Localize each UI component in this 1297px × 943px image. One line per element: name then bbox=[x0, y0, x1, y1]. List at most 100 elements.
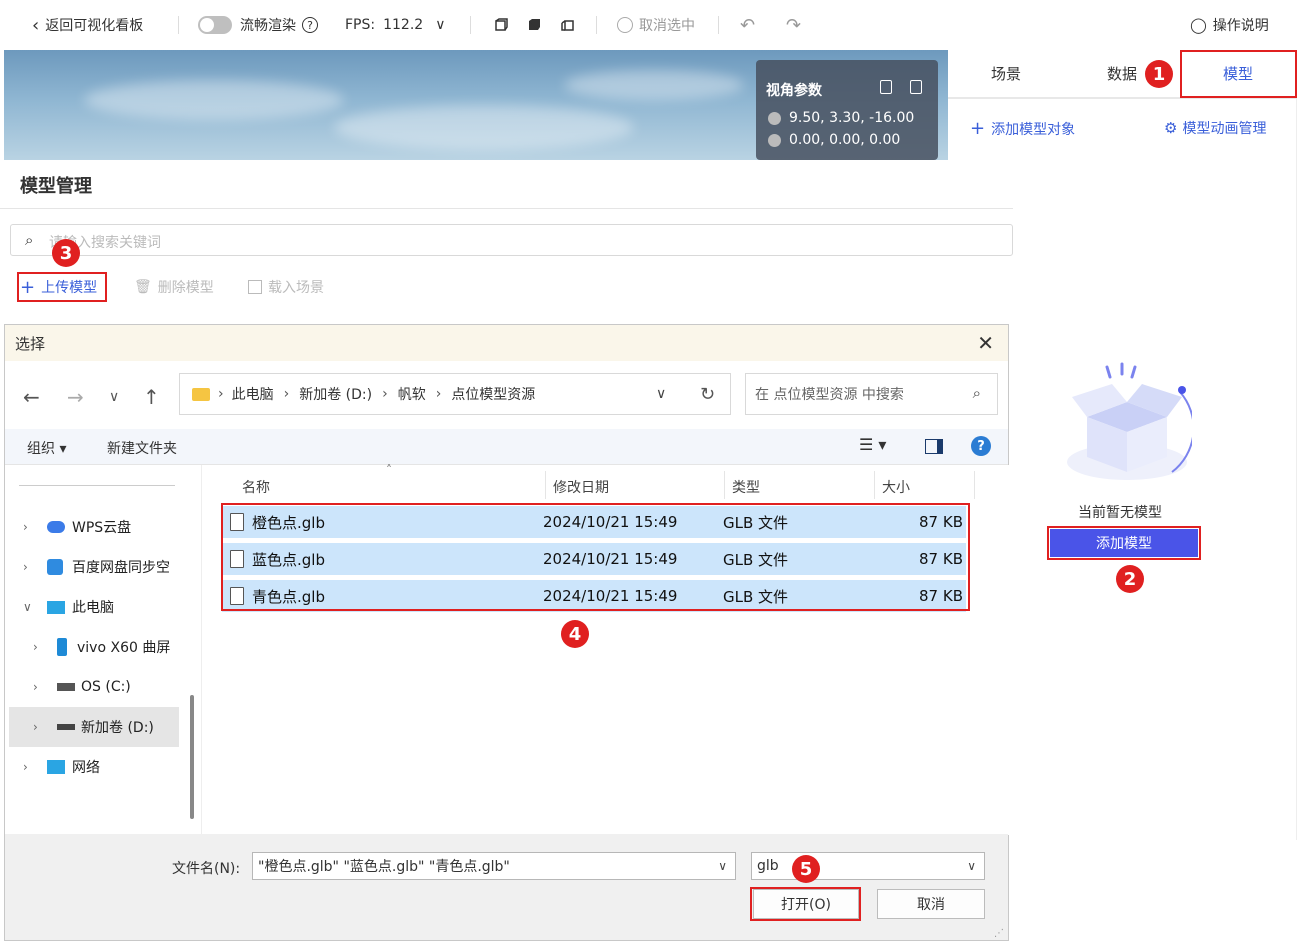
deselect-label: 取消选中 bbox=[639, 18, 695, 34]
back-label: 返回可视化看板 bbox=[45, 18, 144, 34]
dialog-title: 选择 bbox=[15, 334, 46, 353]
computer-icon bbox=[47, 600, 65, 614]
chevron-down-icon[interactable]: ∨ bbox=[656, 386, 666, 402]
load-scene-label: 载入场景 bbox=[268, 280, 324, 296]
search-icon: ⌕ bbox=[25, 231, 34, 249]
model-animation-link[interactable]: ⚙ 模型动画管理 bbox=[1164, 118, 1266, 138]
sort-up-icon: ˄ bbox=[386, 463, 392, 477]
back-button[interactable]: ‹ 返回可视化看板 bbox=[32, 0, 143, 50]
cube-side-icon[interactable] bbox=[561, 0, 575, 50]
dialog-toolbar: 组织 ▾ 新建文件夹 ☰ ▾ ? bbox=[5, 429, 1008, 465]
tree-label: OS (C:) bbox=[81, 679, 131, 695]
dialog-search-input[interactable]: 在 点位模型资源 中搜索 ⌕ bbox=[745, 373, 998, 415]
tree-label: 此电脑 bbox=[72, 600, 114, 616]
search-input[interactable]: ⌕ 请输入搜索关键词 bbox=[10, 224, 1013, 256]
filename-label: 文件名(N): bbox=[172, 861, 241, 877]
tree-item-d-drive[interactable]: › 新加卷 (D:) bbox=[33, 707, 154, 747]
cancel-button[interactable]: 取消 bbox=[877, 889, 985, 919]
filename-input[interactable]: "橙色点.glb" "蓝色点.glb" "青色点.glb" ∨ bbox=[252, 852, 736, 880]
paste-icon[interactable] bbox=[910, 80, 922, 94]
path-segment[interactable]: 新加卷 (D:) bbox=[299, 384, 372, 404]
baidu-icon bbox=[47, 559, 63, 575]
delete-model-label: 删除模型 bbox=[157, 280, 214, 296]
column-size[interactable]: 大小 bbox=[882, 477, 910, 497]
tree-item-baidu[interactable]: › 百度网盘同步空 bbox=[23, 547, 170, 587]
file-type-value: glb bbox=[757, 858, 779, 874]
tree-scrollbar[interactable] bbox=[190, 695, 194, 819]
empty-box-illustration bbox=[1062, 362, 1195, 487]
toggle-switch[interactable] bbox=[198, 16, 232, 34]
tree-label: 网络 bbox=[72, 760, 100, 776]
phone-icon bbox=[57, 638, 67, 656]
smooth-render-toggle[interactable]: 流畅渲染 ? bbox=[198, 0, 318, 50]
question-icon[interactable]: ? bbox=[302, 17, 318, 33]
new-folder-button[interactable]: 新建文件夹 bbox=[107, 438, 177, 458]
undo-icon[interactable]: ↶ bbox=[740, 0, 755, 50]
path-segment[interactable]: 点位模型资源 bbox=[451, 384, 535, 404]
help-icon[interactable]: ? bbox=[971, 436, 991, 456]
chevron-left-icon: ‹ bbox=[32, 14, 40, 36]
tree-item-network[interactable]: › 网络 bbox=[23, 747, 100, 787]
close-icon[interactable]: ✕ bbox=[977, 331, 994, 355]
chevron-down-icon[interactable]: ∨ bbox=[967, 859, 976, 873]
target-row: 0.00, 0.00, 0.00 bbox=[768, 132, 900, 148]
up-arrow-icon[interactable]: ↑ bbox=[143, 385, 160, 409]
cube-front-icon[interactable] bbox=[494, 0, 508, 50]
smooth-render-label: 流畅渲染 bbox=[240, 18, 296, 34]
address-bar[interactable]: › 此电脑 › 新加卷 (D:) › 帆软 › 点位模型资源 ∨ ↻ bbox=[179, 373, 731, 415]
column-date[interactable]: 修改日期 bbox=[553, 477, 609, 497]
deselect-button[interactable]: 取消选中 bbox=[617, 0, 695, 50]
tree-label: 百度网盘同步空 bbox=[72, 560, 170, 576]
dialog-search-placeholder: 在 点位模型资源 中搜索 bbox=[755, 387, 904, 403]
tree-label: WPS云盘 bbox=[72, 520, 132, 536]
back-arrow-icon[interactable]: ← bbox=[23, 385, 40, 409]
tree-item-pc[interactable]: ∨ 此电脑 bbox=[23, 587, 114, 627]
top-toolbar: ‹ 返回可视化看板 流畅渲染 ? FPS: 112.2 ∨ 取消选中 ↶ ↷ ◯… bbox=[0, 0, 1297, 50]
tab-scene[interactable]: 场景 bbox=[948, 50, 1064, 98]
tree-item-phone[interactable]: › vivo X60 曲屏 bbox=[33, 627, 170, 667]
model-manage-title: 模型管理 bbox=[20, 176, 92, 197]
help-button[interactable]: ◯ 操作说明 bbox=[1190, 0, 1269, 50]
camera-row: 9.50, 3.30, -16.00 bbox=[768, 110, 914, 126]
filename-value: "橙色点.glb" "蓝色点.glb" "青色点.glb" bbox=[258, 859, 510, 875]
highlight-box-5 bbox=[750, 887, 861, 921]
highlight-box-1 bbox=[1180, 50, 1297, 98]
resize-grip-icon[interactable]: ⋰ bbox=[994, 928, 1004, 939]
column-type[interactable]: 类型 bbox=[732, 477, 760, 497]
annotation-badge-3: 3 bbox=[52, 239, 80, 267]
copy-icon[interactable] bbox=[880, 80, 892, 94]
file-type-select[interactable]: glb ∨ bbox=[751, 852, 985, 880]
redo-icon[interactable]: ↷ bbox=[786, 0, 801, 50]
tree-item-c-drive[interactable]: › OS (C:) bbox=[33, 667, 131, 707]
tree-item-wps[interactable]: › WPS云盘 bbox=[23, 507, 131, 547]
chevron-down-icon[interactable]: ∨ bbox=[109, 389, 119, 405]
target-position: 0.00, 0.00, 0.00 bbox=[789, 132, 901, 148]
preview-pane-icon[interactable] bbox=[925, 439, 943, 454]
chevron-down-icon[interactable]: ∨ bbox=[718, 859, 727, 873]
add-model-object-link[interactable]: + 添加模型对象 bbox=[970, 118, 1075, 139]
forward-arrow-icon[interactable]: → bbox=[67, 385, 84, 409]
column-name[interactable]: 名称 bbox=[242, 477, 270, 497]
highlight-box-4 bbox=[221, 503, 970, 611]
highlight-box-3 bbox=[17, 272, 107, 302]
drive-icon bbox=[57, 683, 75, 691]
delete-model-button[interactable]: 🗑 删除模型 bbox=[134, 272, 214, 302]
tree-label: vivo X60 曲屏 bbox=[77, 640, 171, 656]
dialog-titlebar: 选择 ✕ bbox=[5, 325, 1008, 361]
refresh-icon[interactable]: ↻ bbox=[700, 384, 715, 405]
path-segment[interactable]: 帆软 bbox=[398, 384, 426, 404]
cloud-icon bbox=[47, 521, 65, 533]
load-scene-button[interactable]: 载入场景 bbox=[248, 272, 324, 302]
organize-menu[interactable]: 组织 ▾ bbox=[27, 438, 66, 458]
path-segment[interactable]: 此电脑 bbox=[232, 384, 274, 404]
chevron-down-icon[interactable]: ∨ bbox=[435, 17, 445, 33]
camera-icon bbox=[768, 111, 781, 125]
tree-label: 新加卷 (D:) bbox=[81, 720, 154, 736]
view-menu-icon[interactable]: ☰ ▾ bbox=[859, 435, 886, 454]
view-params-panel: 视角参数 9.50, 3.30, -16.00 0.00, 0.00, 0.00 bbox=[756, 60, 938, 160]
cube-solid-icon[interactable] bbox=[527, 0, 541, 50]
gear-icon: ⚙ bbox=[1164, 119, 1178, 137]
empty-text: 当前暂无模型 bbox=[1078, 505, 1162, 521]
eye-icon bbox=[768, 133, 781, 147]
trash-icon: 🗑 bbox=[134, 279, 152, 295]
